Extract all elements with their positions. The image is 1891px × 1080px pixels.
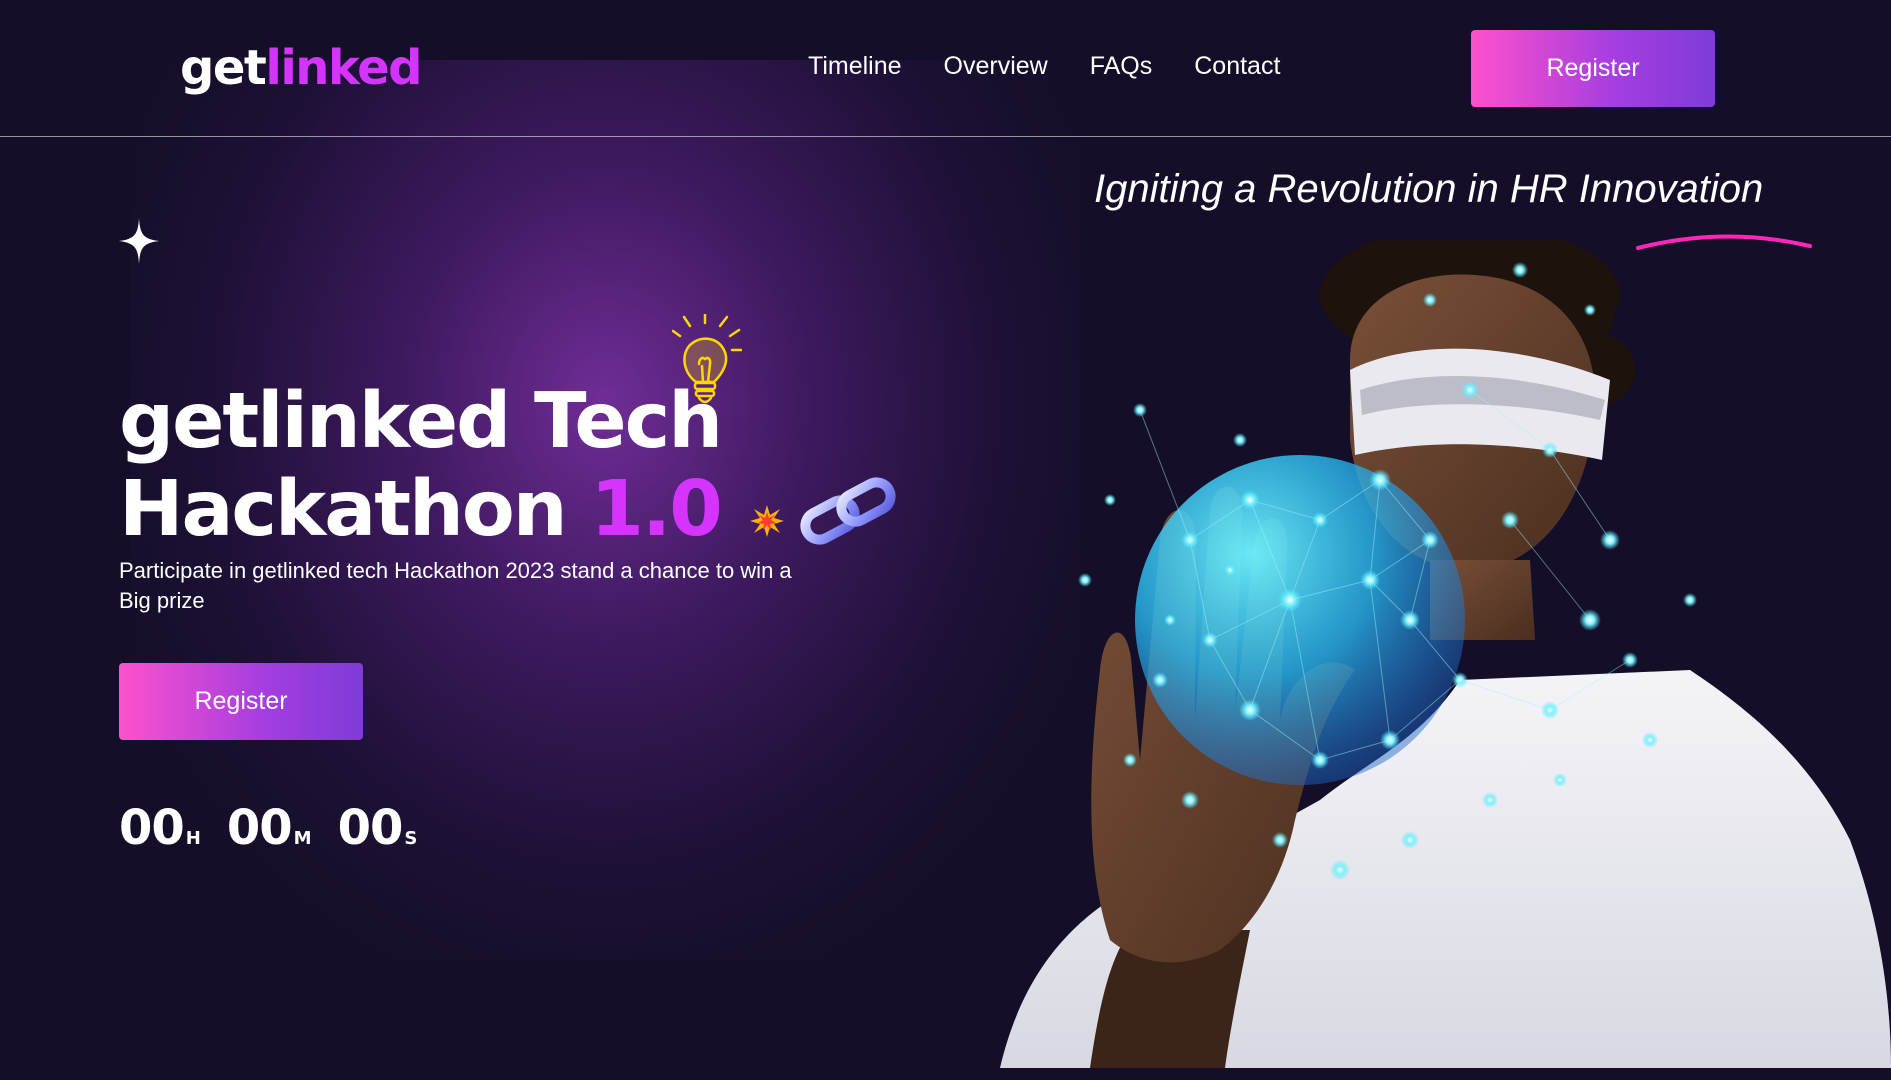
brand-logo-part2: linked <box>265 40 422 96</box>
countdown-minutes: 00 M <box>227 800 312 856</box>
countdown-seconds: 00 S <box>338 800 418 856</box>
spark-icon <box>750 505 784 537</box>
star-icon <box>119 218 159 264</box>
countdown-timer: 00 H 00 M 00 S <box>119 800 417 856</box>
brand-logo-part1: get <box>180 40 267 96</box>
hero-title: getlinked Tech Hackathon 1.0 <box>119 377 723 554</box>
hero-title-line1: getlinked Tech <box>119 377 723 466</box>
hero-subtitle: Participate in getlinked tech Hackathon … <box>119 558 792 613</box>
nav-link-overview[interactable]: Overview <box>944 52 1048 81</box>
countdown-minutes-value: 00 <box>226 800 293 856</box>
nav-link-faqs[interactable]: FAQs <box>1090 52 1153 81</box>
hero-tagline: Igniting a Revolution in HR Innovation <box>1094 167 1764 211</box>
chain-link-icon <box>800 477 896 545</box>
nav-link-contact[interactable]: Contact <box>1194 52 1280 81</box>
site-header: get linked Timeline Overview FAQs Contac… <box>0 0 1891 137</box>
hero-title-word: Hackathon <box>119 465 568 554</box>
nav-link-timeline[interactable]: Timeline <box>808 52 902 81</box>
countdown-minutes-unit: M <box>293 828 312 849</box>
brand-logo[interactable]: get linked <box>180 40 422 96</box>
hero-vr-illustration <box>1000 240 1891 1068</box>
header-register-button[interactable]: Register <box>1471 30 1715 107</box>
countdown-hours: 00 H <box>119 800 201 856</box>
countdown-seconds-unit: S <box>404 828 418 849</box>
countdown-seconds-value: 00 <box>337 800 404 856</box>
hero-title-version: 1.0 <box>590 465 722 554</box>
main-nav: Timeline Overview FAQs Contact <box>808 52 1280 81</box>
countdown-hours-value: 00 <box>119 800 185 856</box>
hero-title-line2: Hackathon 1.0 <box>119 465 723 554</box>
countdown-hours-unit: H <box>185 828 201 849</box>
hero-register-button[interactable]: Register <box>119 663 363 740</box>
